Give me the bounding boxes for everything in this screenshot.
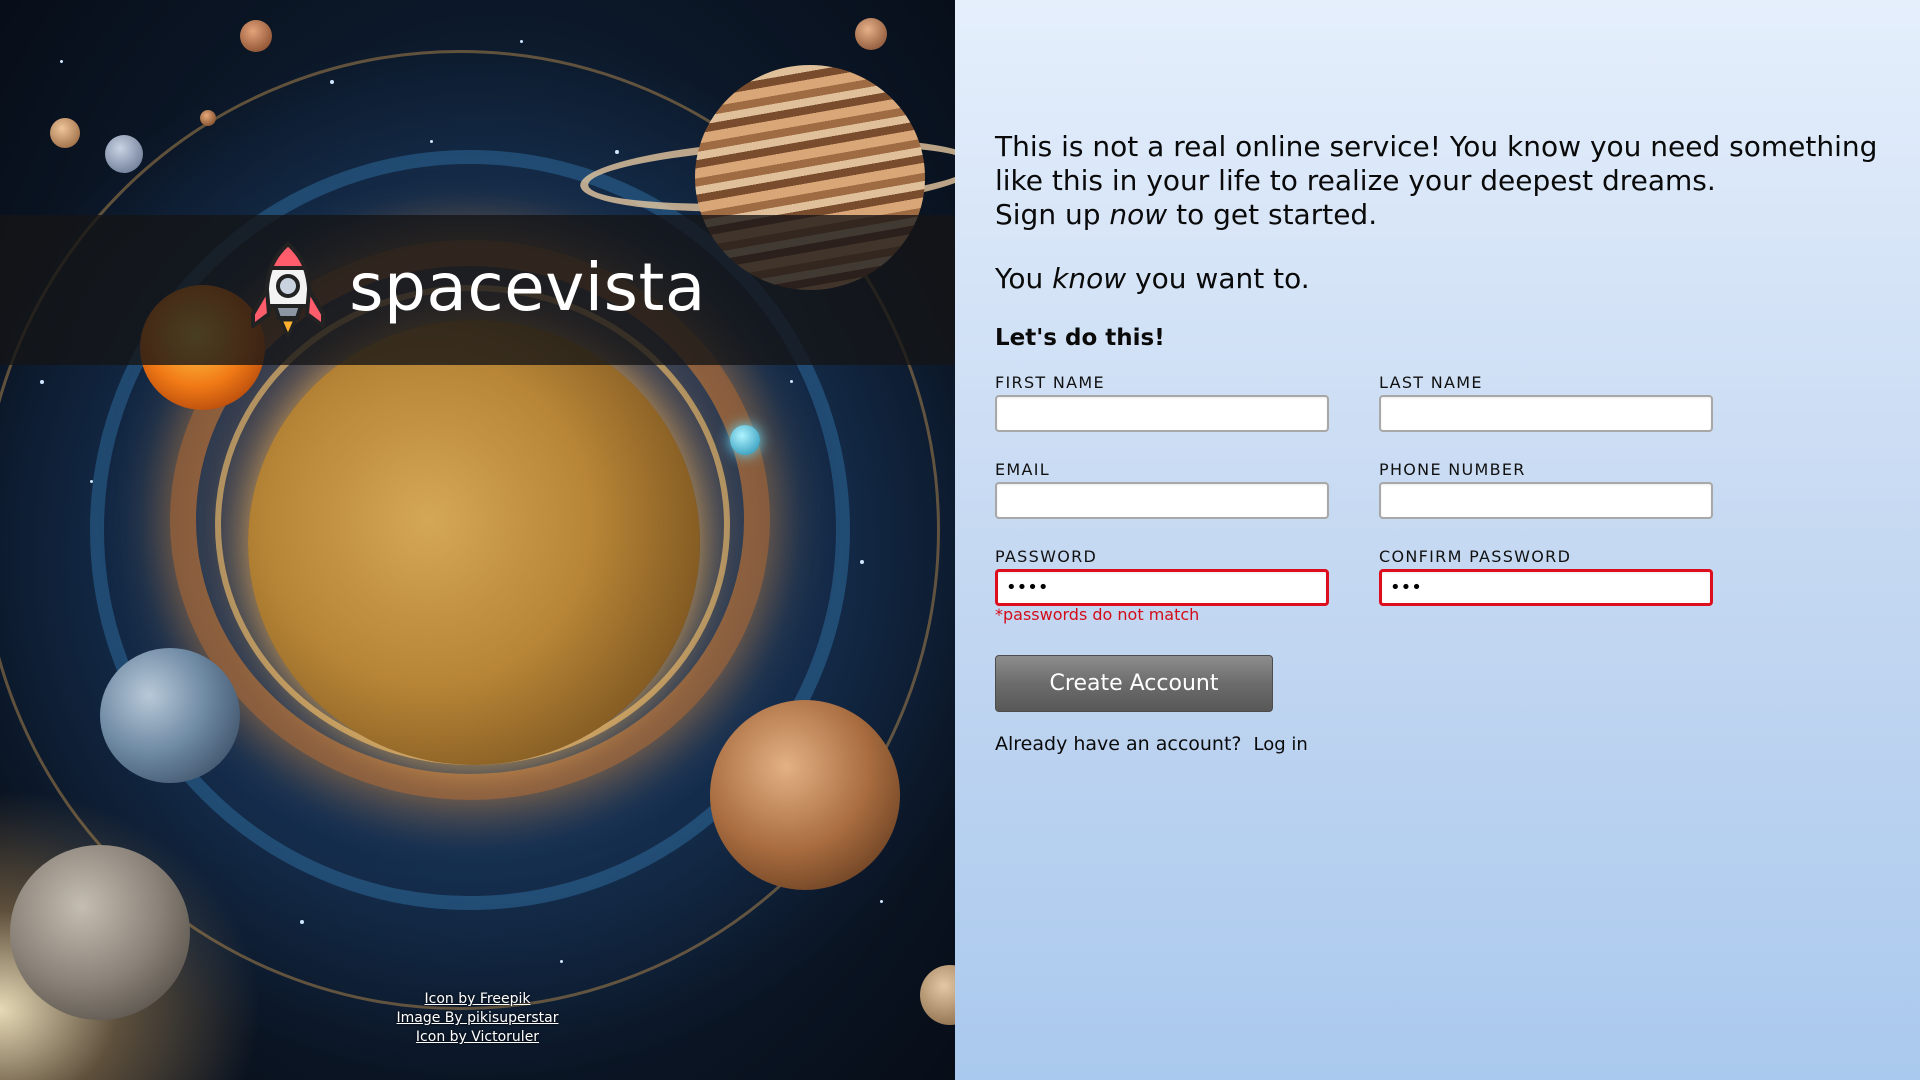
tagline: You know you want to.	[995, 262, 1310, 296]
credit-link-freepik[interactable]: Icon by Freepik	[0, 990, 955, 1009]
star	[860, 560, 864, 564]
star	[520, 40, 523, 43]
email-label: EMAIL	[995, 460, 1050, 479]
last-name-group: LAST NAME	[1379, 373, 1713, 432]
star	[790, 380, 793, 383]
form-heading: Let's do this!	[995, 325, 1165, 351]
small-planet	[240, 20, 272, 52]
confirm-password-label: CONFIRM PASSWORD	[1379, 547, 1572, 566]
central-planet	[248, 320, 700, 765]
signup-panel: This is not a real online service! You k…	[955, 0, 1920, 1080]
blue-planet	[100, 648, 240, 783]
star	[330, 80, 334, 84]
image-credits: Icon by Freepik Image By pikisuperstar I…	[0, 990, 955, 1047]
intro-text: This is not a real online service! You k…	[995, 130, 1895, 232]
first-name-input[interactable]	[995, 395, 1329, 432]
brown-planet	[710, 700, 900, 890]
confirm-password-group: CONFIRM PASSWORD	[1379, 547, 1713, 606]
small-planet	[200, 110, 216, 126]
star	[40, 380, 44, 384]
first-name-label: FIRST NAME	[995, 373, 1105, 392]
first-name-group: FIRST NAME	[995, 373, 1329, 432]
login-prompt-row: Already have an account? Log in	[995, 733, 1308, 755]
last-name-label: LAST NAME	[1379, 373, 1483, 392]
password-input[interactable]	[995, 569, 1329, 606]
small-planet	[855, 18, 887, 50]
star	[90, 480, 93, 483]
rocket-icon	[251, 241, 326, 340]
credit-link-victoruler[interactable]: Icon by Victoruler	[0, 1028, 955, 1047]
phone-input[interactable]	[1379, 482, 1713, 519]
phone-group: PHONE NUMBER	[1379, 460, 1713, 519]
star	[880, 900, 883, 903]
tagline-pre: You	[995, 262, 1053, 295]
hero-image-panel: spacevista Icon by Freepik Image By piki…	[0, 0, 955, 1080]
small-planet	[730, 425, 760, 455]
login-link[interactable]: Log in	[1254, 734, 1308, 755]
small-planet	[105, 135, 143, 173]
password-error-message: *passwords do not match	[995, 605, 1200, 624]
brand-name: spacevista	[349, 248, 706, 326]
intro-signup-pre: Sign up	[995, 198, 1110, 231]
intro-signup-emphasis: now	[1109, 198, 1168, 231]
last-name-input[interactable]	[1379, 395, 1713, 432]
tagline-post: you want to.	[1126, 262, 1310, 295]
credit-link-pikisuperstar[interactable]: Image By pikisuperstar	[0, 1009, 955, 1028]
phone-label: PHONE NUMBER	[1379, 460, 1526, 479]
intro-signup-post: to get started.	[1167, 198, 1378, 231]
star	[560, 960, 563, 963]
password-group: PASSWORD	[995, 547, 1329, 606]
confirm-password-input[interactable]	[1379, 569, 1713, 606]
password-label: PASSWORD	[995, 547, 1098, 566]
star	[60, 60, 63, 63]
star	[300, 920, 304, 924]
email-group: EMAIL	[995, 460, 1329, 519]
intro-line: This is not a real online service! You k…	[995, 130, 1878, 197]
brand-banner: spacevista	[0, 215, 955, 365]
create-account-button[interactable]: Create Account	[995, 655, 1273, 712]
star	[615, 150, 619, 154]
star	[430, 140, 433, 143]
login-prompt: Already have an account?	[995, 733, 1242, 755]
small-planet	[50, 118, 80, 148]
email-input[interactable]	[995, 482, 1329, 519]
tagline-emphasis: know	[1052, 262, 1127, 295]
